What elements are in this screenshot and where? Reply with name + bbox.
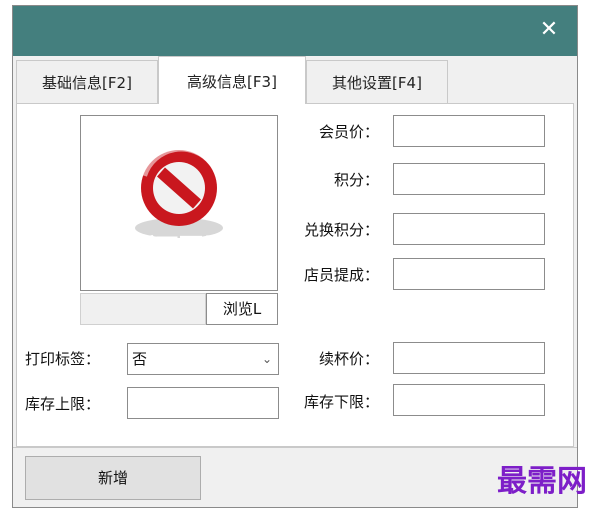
chevron-down-icon: ⌄ [261, 352, 272, 366]
tab-basic-info[interactable]: 基础信息[F2] [16, 60, 158, 104]
member-price-input[interactable] [393, 115, 545, 147]
points-label: 积分： [333, 171, 379, 189]
add-button[interactable]: 新增 [25, 456, 201, 500]
refill-price-label: 续杯价： [318, 350, 379, 368]
stock-lower-input[interactable] [393, 384, 545, 416]
no-image-icon: 暂无图片 [130, 147, 228, 263]
print-label-value: 否 [132, 350, 148, 368]
footer-divider [13, 447, 577, 448]
stock-upper-input[interactable] [127, 387, 279, 419]
refill-price-input[interactable] [393, 342, 545, 374]
print-label-label: 打印标签： [25, 350, 101, 368]
tab-advanced-info[interactable]: 高级信息[F3] [158, 56, 306, 104]
product-dialog: ✕ 基础信息[F2] 其他设置[F4] 高级信息[F3] 暂无图片 浏览L 会员… [12, 5, 578, 508]
stock-upper-label: 库存上限： [25, 395, 101, 413]
close-icon[interactable]: ✕ [535, 16, 563, 44]
tab-other-settings[interactable]: 其他设置[F4] [306, 60, 448, 104]
image-path-field [80, 293, 206, 325]
redeem-points-label: 兑换积分： [303, 221, 379, 239]
watermark-logo: 最需网 [497, 464, 587, 499]
staff-commission-label: 店员提成： [303, 266, 379, 284]
print-label-select[interactable]: 否 ⌄ [127, 343, 279, 375]
title-bar: ✕ [13, 6, 577, 56]
member-price-label: 会员价： [318, 123, 379, 141]
browse-button[interactable]: 浏览L [206, 293, 278, 325]
redeem-points-input[interactable] [393, 213, 545, 245]
points-input[interactable] [393, 163, 545, 195]
stock-lower-label: 库存下限： [303, 393, 379, 411]
no-image-caption: 暂无图片 [131, 234, 227, 262]
staff-commission-input[interactable] [393, 258, 545, 290]
product-image-box[interactable]: 暂无图片 [80, 115, 278, 291]
